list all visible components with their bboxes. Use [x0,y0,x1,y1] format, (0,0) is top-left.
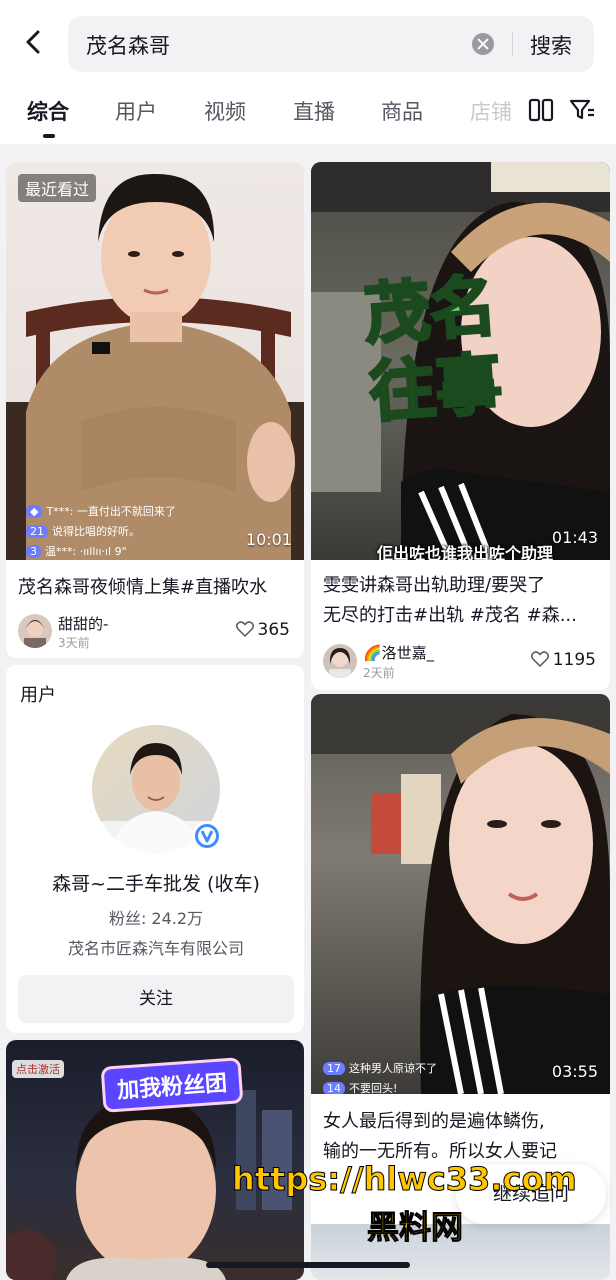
double-column-icon[interactable] [528,98,554,122]
recently-viewed-badge: 最近看过 [18,174,97,202]
post-time: 3天前 [58,636,90,650]
live-comment: ◆ T***: 一直付出不就回来了 [26,503,176,519]
avatar[interactable] [323,644,357,678]
divider [512,32,513,56]
heart-icon [235,621,254,637]
tab-all[interactable]: 综合 [27,96,69,126]
home-indicator [206,1262,410,1268]
watermark-url: https://hlwc33.com [232,1160,578,1199]
heart-icon [530,651,549,667]
cover-title: 茂名 往事 [360,266,505,433]
like-count[interactable]: 365 [235,620,290,640]
video-duration: 10:01 [245,530,292,549]
filter-icon[interactable] [568,96,596,124]
person-illustration [311,694,610,1094]
author-name[interactable]: 🌈洛世嘉_ [363,642,434,663]
search-box[interactable]: 茂名森哥 搜索 [68,16,594,72]
chevron-left-icon[interactable] [16,24,52,60]
top-bar: 茂名森哥 搜索 [0,0,616,84]
person-illustration [6,173,304,560]
video-thumbnail[interactable]: 茂名 往事 佢出咗也谁我出咗个助理 01:43 [311,162,610,560]
activate-badge[interactable]: 点击激活 [12,1060,64,1078]
live-comment: 3 温***: ·ııllıı·ıl 9" [26,543,127,559]
video-card[interactable]: 茂名 往事 佢出咗也谁我出咗个助理 01:43 雯雯讲森哥出轨助理/要哭了 无尽… [311,162,610,690]
like-count[interactable]: 1195 [530,650,596,670]
clear-circle-icon[interactable] [472,33,494,55]
live-comment: 14 不要回头! [323,1080,397,1094]
section-label: 用户 [20,685,56,706]
user-name[interactable]: 森哥~二手车批发 (收车) [6,869,304,896]
video-thumbnail[interactable]: 最近看过 ◆ T***: 一直付出不就回来了 21 说得比唱的好听。 3 温***: … [6,162,304,560]
search-input[interactable]: 茂名森哥 [86,30,170,60]
video-duration: 01:43 [551,528,598,547]
video-card[interactable]: 最近看过 ◆ T***: 一直付出不就回来了 21 说得比唱的好听。 3 温***: … [6,162,304,658]
category-tabs: 综合 用户 视频 直播 商品 店铺 [0,84,616,144]
live-comment: 21 说得比唱的好听。 [26,523,140,539]
author-name[interactable]: 甜甜的- [58,613,108,634]
company-name: 茂名市匠森汽车有限公司 [67,939,244,958]
verified-v-icon [192,821,222,851]
search-button[interactable]: 搜索 [530,30,572,60]
tab-shops[interactable]: 店铺 [470,96,512,126]
tab-users[interactable]: 用户 [115,96,157,126]
follow-button[interactable]: 关注 [18,975,294,1023]
video-title-line[interactable]: 女人最后得到的是遍体鳞伤, [323,1108,545,1136]
fan-group-banner[interactable]: 加我粉丝团 [100,1057,244,1113]
active-tab-indicator [43,134,55,138]
avatar[interactable] [18,614,52,648]
tab-videos[interactable]: 视频 [204,96,246,126]
user-result-card[interactable]: 用户 森哥~二手车批发 (收车) 粉丝: 24.2万 茂名市匠森汽车有限公司 关… [6,665,304,1033]
follower-count: 粉丝: 24.2万 [108,909,204,928]
video-duration: 03:55 [551,1062,598,1081]
video-title[interactable]: 茂名森哥夜倾情上集#直播吹水 [18,574,267,602]
tab-products[interactable]: 商品 [381,96,423,126]
post-time: 2天前 [363,666,395,680]
watermark-text: 黑料网 [366,1208,464,1247]
tab-live[interactable]: 直播 [293,96,335,126]
live-comment: 17 这种男人原谅不了 [323,1060,437,1076]
video-thumbnail[interactable]: 17 这种男人原谅不了 14 不要回头! 03:55 [311,694,610,1094]
video-title-line[interactable]: 无尽的打击#出轨 #茂名 #森... [323,602,577,630]
video-subtitle: 佢出咗也谁我出咗个助理 [377,544,554,560]
video-title-line[interactable]: 雯雯讲森哥出轨助理/要哭了 [323,572,545,600]
